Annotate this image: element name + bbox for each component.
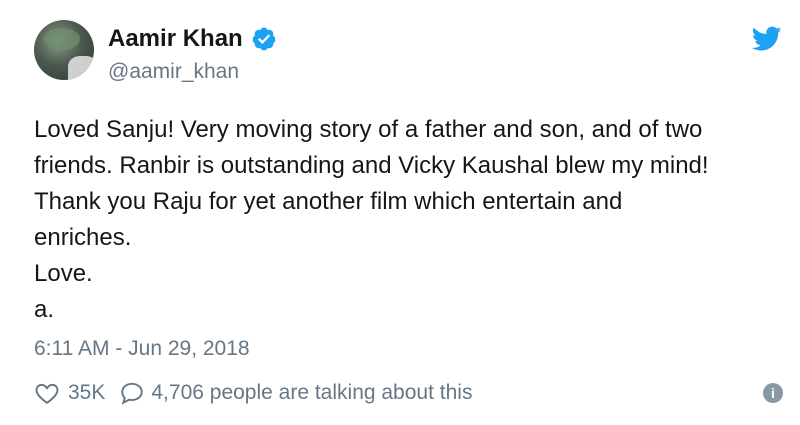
tweet-actions: 35K 4,706 people are talking about this (34, 378, 472, 408)
author-name-row: Aamir Khan (108, 23, 277, 55)
tweet-timestamp[interactable]: 6:11 AM - Jun 29, 2018 (34, 337, 250, 361)
twitter-bird-icon[interactable] (752, 26, 782, 52)
tweet-text: Loved Sanju! Very moving story of a fath… (34, 112, 774, 328)
verified-badge-icon (252, 27, 276, 51)
tweet-line: Thank you Raju for yet another film whic… (34, 188, 623, 215)
info-icon[interactable]: i (763, 383, 783, 403)
tweet-line: a. (34, 296, 55, 323)
tweet-line: friends. Ranbir is outstanding and Vicky… (34, 152, 709, 179)
tweet-line: enriches. (34, 224, 132, 251)
talking-count[interactable]: 4,706 people are talking about this (151, 381, 472, 405)
author-handle[interactable]: @aamir_khan (108, 60, 239, 84)
speech-bubble-icon[interactable] (119, 380, 145, 406)
tweet-line: Loved Sanju! Very moving story of a fath… (34, 116, 703, 143)
display-name[interactable]: Aamir Khan (108, 25, 243, 53)
heart-icon[interactable] (34, 380, 60, 406)
avatar[interactable] (34, 20, 94, 80)
tweet-line: Love. (34, 260, 93, 287)
tweet-card: Aamir Khan @aamir_khan Loved Sanju! Very… (0, 0, 800, 425)
like-count[interactable]: 35K (68, 381, 105, 405)
